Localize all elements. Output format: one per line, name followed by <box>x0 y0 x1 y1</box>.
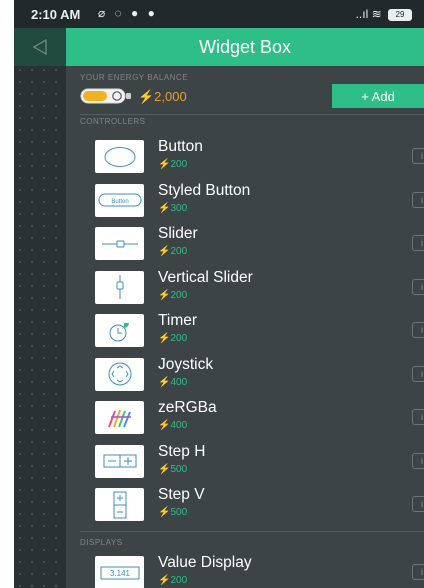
widget-cost: ⚡200 <box>158 159 188 170</box>
widget-name: Timer <box>158 312 198 329</box>
widget-cost: ⚡200 <box>158 246 188 257</box>
step-h-icon <box>95 444 144 478</box>
slider-icon <box>95 227 144 260</box>
info-button[interactable]: i <box>412 278 424 295</box>
widget-item-vertical-slider[interactable]: Vertical Slider ⚡200 i <box>80 267 424 311</box>
widget-item-slider[interactable]: Slider ⚡200 i <box>80 223 424 267</box>
styled-button-icon: Button <box>95 183 144 217</box>
info-button[interactable]: i <box>412 365 424 382</box>
info-button[interactable]: i <box>412 235 424 251</box>
divider <box>80 114 424 115</box>
widget-cost: ⚡300 <box>158 202 188 214</box>
vertical-slider-icon <box>95 270 144 304</box>
widget-name: zeRGBa <box>158 399 217 416</box>
widget-item-joystick[interactable]: Joystick ⚡400 i <box>80 354 424 398</box>
value-display-icon: 3.141 <box>95 556 144 588</box>
status-time: 2:10 AM <box>31 7 81 22</box>
energy-section-label: YOUR ENERGY BALANCE <box>80 73 189 82</box>
divider <box>80 531 424 532</box>
notification-icons: ⌀ ◌ ● ● <box>98 6 158 20</box>
info-button[interactable]: i <box>412 496 424 512</box>
widget-cost: ⚡200 <box>158 575 188 586</box>
info-button[interactable]: i <box>412 564 424 580</box>
app-header: Widget Box <box>66 28 424 66</box>
widget-name: Slider <box>158 225 198 242</box>
status-bar: 2:10 AM ⌀ ◌ ● ● ..ıl ≋ 29 <box>14 0 424 28</box>
timer-icon <box>95 314 144 347</box>
widget-box-panel[interactable]: YOUR ENERGY BALANCE ⚡2,000 + Add CONTROL… <box>80 66 424 588</box>
widget-name: Joystick <box>158 355 214 373</box>
widget-name: Step H <box>158 442 206 460</box>
widget-cost: ⚡500 <box>158 463 188 475</box>
widget-cost: ⚡200 <box>158 289 188 301</box>
battery-icon: 29 <box>388 8 412 21</box>
widget-item-step-v[interactable]: Step V ⚡500 i <box>80 484 424 528</box>
joystick-icon <box>95 357 144 391</box>
controllers-list: Button ⚡200 i Button Styled Button ⚡300 … <box>80 136 424 528</box>
zergba-icon <box>95 401 144 434</box>
signal-wifi-icon: ..ıl ≋ <box>355 7 382 21</box>
step-v-icon <box>95 488 144 521</box>
widget-name: Step V <box>158 486 205 503</box>
widget-name: Button <box>158 138 203 155</box>
widget-name: Vertical Slider <box>158 268 253 286</box>
widget-name: Value Display <box>158 554 252 571</box>
back-arrow-icon <box>32 39 47 55</box>
add-energy-button[interactable]: + Add <box>332 84 424 108</box>
displays-section-label: DISPLAYS <box>80 538 123 547</box>
widget-item-styled-button[interactable]: Button Styled Button ⚡300 i <box>80 180 424 224</box>
widget-item-button[interactable]: Button ⚡200 i <box>80 136 424 180</box>
phone-screen: 2:10 AM ⌀ ◌ ● ● ..ıl ≋ 29 Widget Box YOU… <box>14 0 424 588</box>
info-button[interactable]: i <box>412 452 424 469</box>
energy-balance-value: ⚡2,000 <box>138 89 187 104</box>
widget-name: Styled Button <box>158 181 251 199</box>
energy-battery-icon <box>80 88 131 104</box>
info-button[interactable]: i <box>412 322 424 338</box>
controllers-section-label: CONTROLLERS <box>80 117 146 126</box>
widget-item-value-display[interactable]: 3.141 Value Display ⚡200 i <box>80 552 424 588</box>
back-button[interactable] <box>14 28 66 66</box>
value-display-thumb-text: 3.141 <box>109 569 130 578</box>
info-button[interactable]: i <box>412 148 424 164</box>
widget-item-zergba[interactable]: zeRGBa ⚡400 i <box>80 397 424 441</box>
info-button[interactable]: i <box>412 191 424 208</box>
widget-item-step-h[interactable]: Step H ⚡500 i <box>80 441 424 485</box>
widget-cost: ⚡400 <box>158 376 188 388</box>
button-icon <box>95 140 144 173</box>
canvas-background-strip <box>14 28 66 588</box>
widget-cost: ⚡500 <box>158 507 188 518</box>
info-button[interactable]: i <box>412 409 424 425</box>
styled-button-thumb-text: Button <box>111 199 128 205</box>
widget-cost: ⚡400 <box>158 420 188 431</box>
status-right: ..ıl ≋ 29 <box>356 7 412 21</box>
widget-item-timer[interactable]: Timer ⚡200 i <box>80 310 424 354</box>
widget-cost: ⚡200 <box>158 333 188 344</box>
page-title: Widget Box <box>198 36 292 57</box>
